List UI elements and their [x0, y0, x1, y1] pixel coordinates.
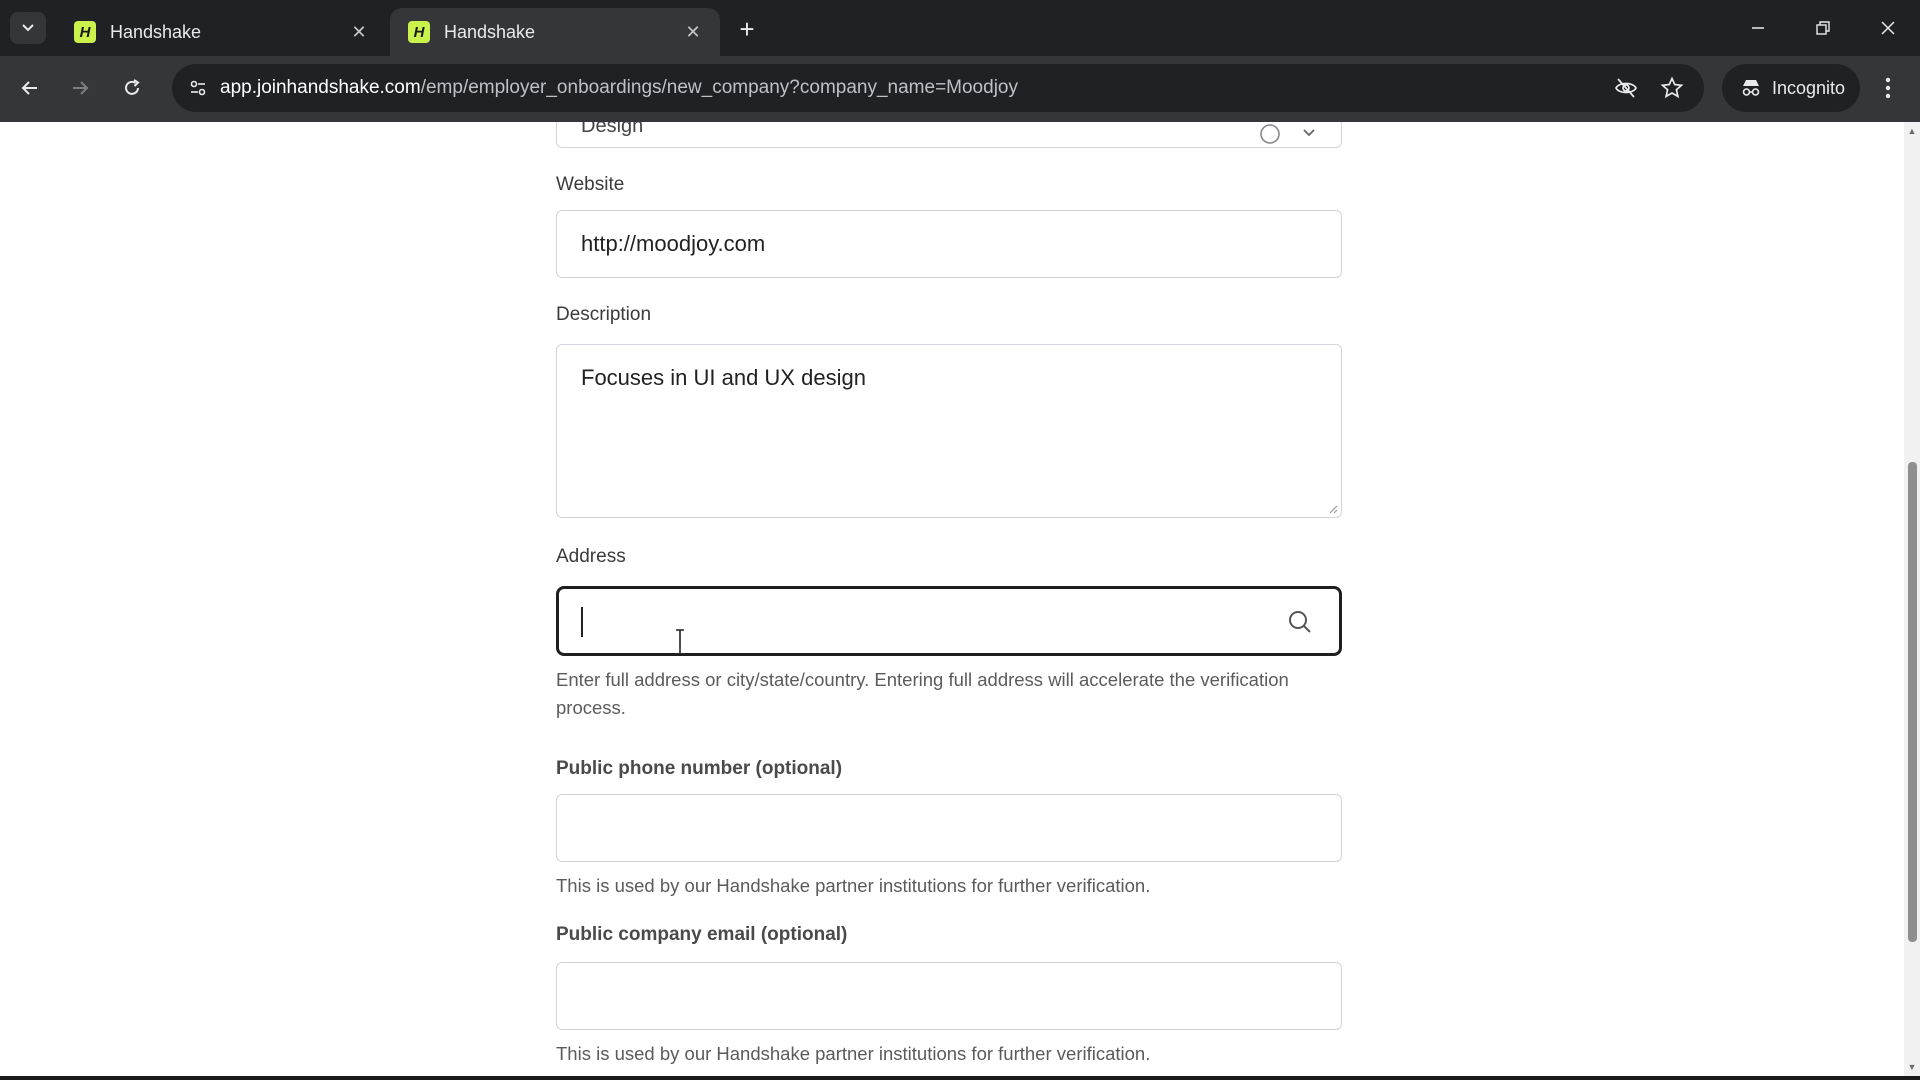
clear-selection-icon[interactable]: [1259, 123, 1281, 145]
tab-search-button[interactable]: [10, 12, 46, 44]
chevron-down-icon[interactable]: [1301, 125, 1317, 141]
industry-select-value: Design: [581, 122, 644, 137]
incognito-indicator[interactable]: Incognito: [1722, 64, 1860, 112]
description-textarea[interactable]: Focuses in UI and UX design: [556, 344, 1342, 518]
description-label: Description: [556, 304, 652, 325]
description-textarea-value: Focuses in UI and UX design: [581, 365, 866, 390]
new-tab-button[interactable]: +: [732, 14, 762, 44]
handshake-favicon-icon: H: [408, 21, 430, 43]
address-label: Address: [556, 546, 626, 567]
website-label: Website: [556, 174, 625, 195]
page-scrollbar[interactable]: ▲ ▼: [1904, 122, 1920, 1080]
address-helper-text: Enter full address or city/state/country…: [556, 669, 1289, 718]
address-search-input[interactable]: [556, 586, 1342, 656]
more-menu-icon[interactable]: [1870, 70, 1906, 106]
url-text: app.joinhandshake.com/emp/employer_onboa…: [220, 77, 1018, 98]
email-input[interactable]: [556, 962, 1342, 1030]
website-input[interactable]: http://moodjoy.com: [556, 210, 1342, 278]
forward-arrow-icon[interactable]: [62, 70, 98, 106]
scroll-down-icon[interactable]: ▼: [1907, 1062, 1917, 1072]
scrollbar-thumb[interactable]: [1908, 462, 1917, 942]
phone-label: Public phone number (optional): [556, 758, 843, 779]
close-window-icon[interactable]: [1868, 10, 1908, 46]
page-viewport: Design Website http://moodjoy.com Descri…: [0, 122, 1904, 1080]
phone-helper-text: This is used by our Handshake partner in…: [556, 875, 1151, 896]
search-icon[interactable]: [1287, 609, 1313, 635]
scroll-up-icon[interactable]: ▲: [1907, 126, 1917, 136]
address-bar[interactable]: app.joinhandshake.com/emp/employer_onboa…: [172, 64, 1704, 112]
email-label: Public company email (optional): [556, 924, 848, 945]
reload-icon[interactable]: [114, 70, 150, 106]
bookmark-star-icon[interactable]: [1656, 72, 1688, 104]
chevron-down-icon: [22, 24, 34, 32]
industry-select[interactable]: Design: [556, 122, 1342, 148]
tab-title: Handshake: [444, 21, 536, 42]
site-info-icon[interactable]: [182, 72, 214, 104]
window-bottom-border: [0, 1076, 1920, 1080]
tab-handshake-2[interactable]: H Handshake ✕: [390, 8, 720, 56]
website-input-value: http://moodjoy.com: [581, 231, 766, 256]
phone-input[interactable]: [556, 794, 1342, 862]
browser-tab-bar: H Handshake ✕ H Handshake ✕ +: [0, 0, 1920, 56]
tab-handshake-1[interactable]: H Handshake ✕: [56, 8, 386, 56]
incognito-icon: [1742, 80, 1760, 96]
restore-icon[interactable]: [1803, 10, 1843, 46]
incognito-label: Incognito: [1772, 77, 1846, 98]
browser-toolbar: app.joinhandshake.com/emp/employer_onboa…: [0, 56, 1920, 122]
back-arrow-icon[interactable]: [12, 70, 48, 106]
email-helper-text: This is used by our Handshake partner in…: [556, 1043, 1151, 1064]
text-cursor-icon: [676, 629, 684, 655]
minimize-icon[interactable]: [1738, 10, 1778, 46]
handshake-favicon-icon: H: [74, 21, 96, 43]
resize-handle-icon[interactable]: [1326, 502, 1338, 514]
eye-off-icon[interactable]: [1610, 72, 1642, 104]
text-caret: [581, 607, 583, 637]
tab-title: Handshake: [110, 21, 202, 42]
close-tab-icon[interactable]: ✕: [680, 19, 706, 45]
close-tab-icon[interactable]: ✕: [346, 19, 372, 45]
